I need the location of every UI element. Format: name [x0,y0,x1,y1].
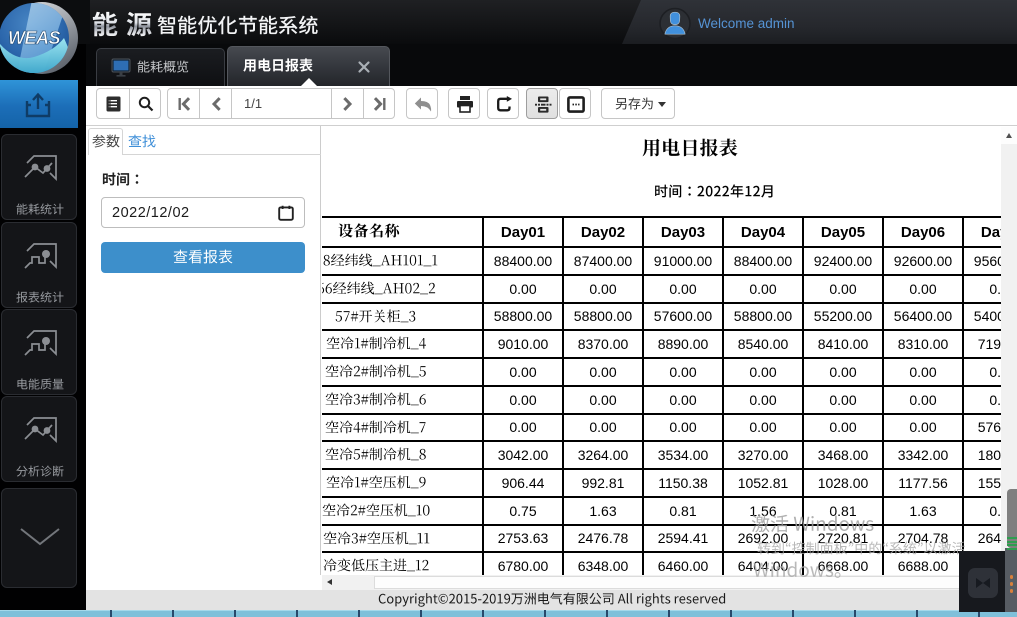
svg-text:WEAS: WEAS [8,28,60,48]
